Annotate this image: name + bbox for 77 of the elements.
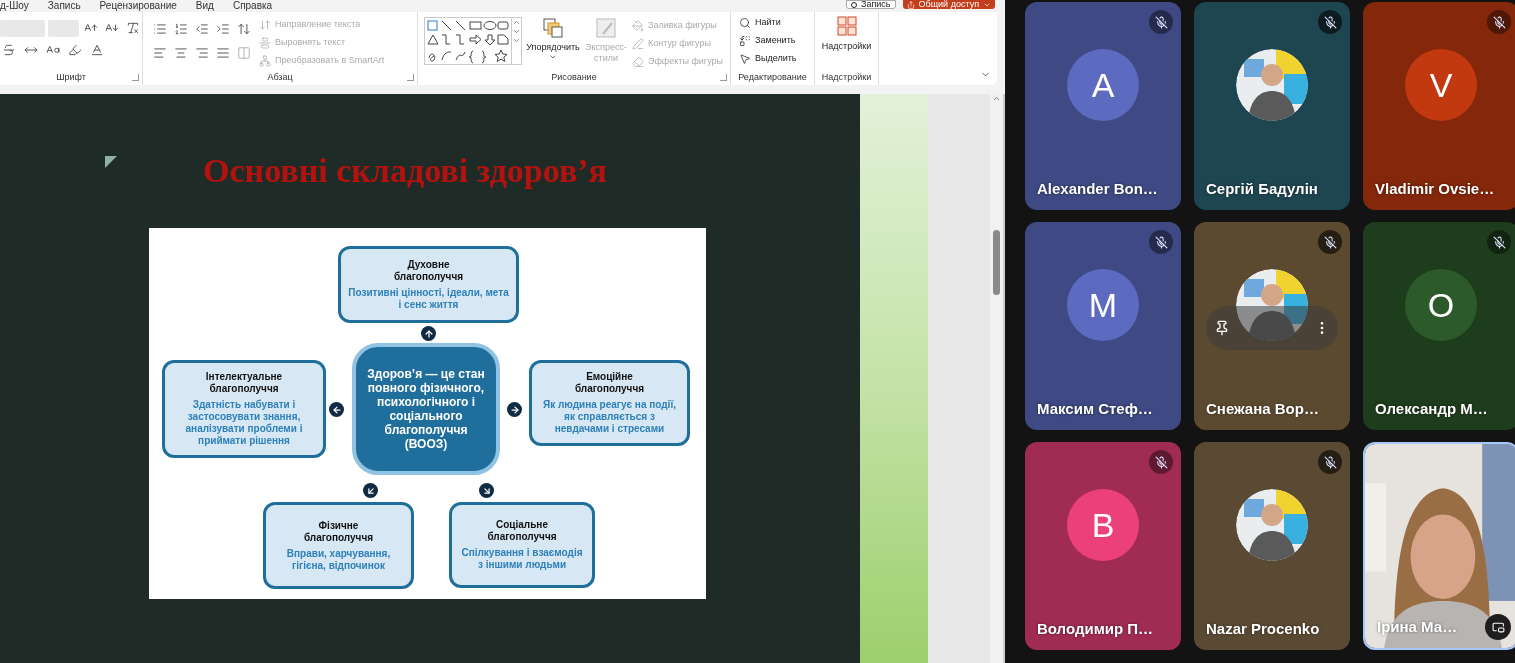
group-label: Рисование xyxy=(551,71,597,85)
scrollbar-thumb[interactable] xyxy=(993,230,1000,295)
ribbon-command[interactable]: Выделить xyxy=(739,50,814,68)
slide-corner-mark xyxy=(105,156,117,168)
participant-tile[interactable]: Снежана Вор… xyxy=(1194,222,1350,430)
participant-tile[interactable]: V Vladimir Ovsie… xyxy=(1363,2,1515,210)
center-box: Здоров’я — це стан повного фізичного, психологічного і соціального благополуччя (ВООЗ) xyxy=(352,343,500,475)
brush-icon xyxy=(595,17,617,39)
participant-tile[interactable]: Nazar Procenko xyxy=(1194,442,1350,650)
group-label: Надстройки xyxy=(821,71,872,85)
ribbon-command[interactable]: Заменить xyxy=(739,32,814,50)
scroll-up-icon[interactable] xyxy=(992,94,1001,103)
menu-tab[interactable]: Справка xyxy=(232,0,273,11)
caret-icon xyxy=(549,53,557,61)
pin-icon[interactable] xyxy=(1214,320,1230,336)
group-label: Шрифт xyxy=(56,71,86,85)
participant-tile[interactable]: O Олександр М… xyxy=(1363,222,1515,430)
participant-name: Сергій Бадулін xyxy=(1206,178,1318,199)
participant-name: Ірина Ма… xyxy=(1377,616,1458,637)
box-text: Позитивні цінності, ідеали, мета і сенс життя xyxy=(347,286,510,311)
addins-button[interactable]: Надстройки xyxy=(815,12,878,71)
command-icon xyxy=(632,20,644,32)
avatar: O xyxy=(1405,269,1477,341)
scroll-up-icon[interactable] xyxy=(512,18,521,27)
ribbon-command[interactable]: Найти xyxy=(739,14,814,32)
scroll-down-icon[interactable] xyxy=(512,27,521,36)
command-icon xyxy=(739,53,751,65)
participant-name: Олександр М… xyxy=(1375,398,1488,419)
box-text: Як людина реагує на події, як справляється з невдачами і стресами xyxy=(542,399,677,435)
box-text: Спілкування і взаємодія з іншими людьми xyxy=(460,547,584,571)
menu-tab[interactable]: д-Шоу xyxy=(0,0,29,11)
arrange-icon xyxy=(542,17,564,39)
command-icon xyxy=(739,17,751,29)
participant-tile[interactable]: M Максим Стеф… xyxy=(1025,222,1181,430)
box-heading: Інтелектуальне благополуччя xyxy=(204,371,284,395)
participant-name: Володимир П… xyxy=(1037,618,1154,639)
participant-name: Снежана Вор… xyxy=(1206,398,1319,419)
slide-title: Основні складові здоров’я xyxy=(203,152,608,190)
command-icon xyxy=(632,38,644,50)
command-icon xyxy=(259,55,271,67)
command-icon xyxy=(632,56,644,68)
record-button[interactable]: Запись xyxy=(846,0,896,9)
box-heading: Емоційне благополуччя xyxy=(573,371,646,395)
dialog-launcher-icon[interactable] xyxy=(132,74,139,81)
command-icon xyxy=(739,35,751,47)
group-label: Редактирование xyxy=(738,71,807,85)
shapes-gallery[interactable] xyxy=(424,17,522,65)
avatar: M xyxy=(1067,269,1139,341)
box-heading: Фізичне благополуччя xyxy=(302,519,375,544)
participant-name: Alexander Bon… xyxy=(1037,178,1158,199)
avatar: B xyxy=(1067,489,1139,561)
dialog-launcher-icon[interactable] xyxy=(407,74,414,81)
menu-tab[interactable]: Запись xyxy=(47,0,81,11)
participant-tile[interactable]: Сергій Бадулін xyxy=(1194,2,1350,210)
participant-name: Максим Стеф… xyxy=(1037,398,1153,419)
command-icon xyxy=(259,19,271,31)
more-shapes-icon[interactable] xyxy=(512,36,521,45)
dialog-launcher-icon[interactable] xyxy=(720,74,727,81)
grid-icon xyxy=(836,16,857,36)
participant-name: Nazar Procenko xyxy=(1206,618,1320,639)
box-text: Здатність набувати і застосовувати знання, аналізувати проблеми і приймати рішення xyxy=(184,399,304,447)
vertical-scrollbar[interactable] xyxy=(990,94,1003,663)
arrange-button[interactable]: Упорядочить xyxy=(526,17,580,71)
participant-tile[interactable]: B Володимир П… xyxy=(1025,442,1181,650)
menu-tab[interactable]: Рецензирование xyxy=(99,0,177,11)
box-text: Вправи, харчування, гігієна, відпочинок xyxy=(285,547,392,572)
command-icon xyxy=(259,37,271,49)
participant-name: Vladimir Ovsie… xyxy=(1375,178,1495,199)
participant-tile[interactable]: A Alexander Bon… xyxy=(1025,2,1181,210)
avatar: V xyxy=(1405,49,1477,121)
box-heading: Духовне благополуччя xyxy=(392,258,465,283)
columns-icon[interactable] xyxy=(235,44,253,62)
group-label: Абзац xyxy=(267,71,293,85)
share-button[interactable]: Общий доступ xyxy=(902,0,995,9)
box-heading: Соціальне благополуччя xyxy=(486,519,558,543)
avatar: A xyxy=(1067,49,1139,121)
menu-tab[interactable]: Вид xyxy=(195,0,214,11)
